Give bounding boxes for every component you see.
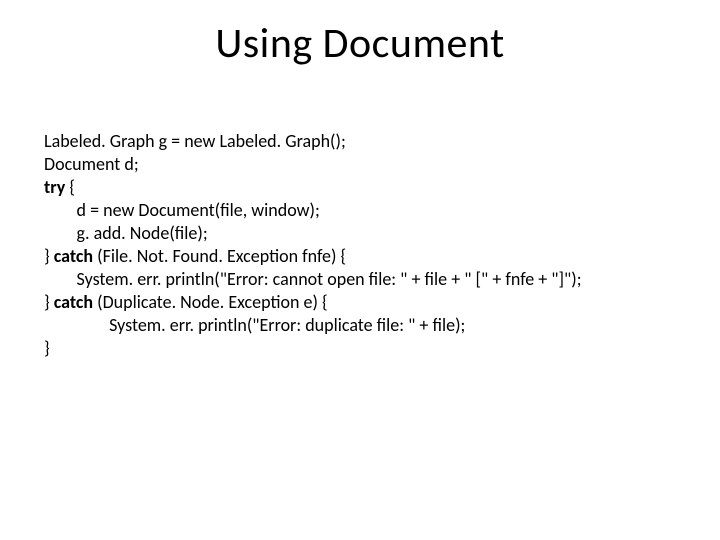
code-line: { [65,176,75,198]
keyword-catch: catch [54,245,93,267]
code-line: System. err. println("Error: cannot open… [44,268,582,290]
code-line: Labeled. Graph g = new Labeled. Graph(); [44,130,346,152]
code-line: (Duplicate. Node. Exception e) { [93,291,328,313]
slide-title: Using Document [0,18,720,69]
keyword-catch: catch [54,291,93,313]
keyword-try: try [44,176,65,198]
code-line: Document d; [44,153,139,175]
code-line: System. err. println("Error: duplicate f… [44,314,465,336]
code-line: } [44,291,54,313]
code-block: Labeled. Graph g = new Labeled. Graph();… [44,130,690,360]
code-line: d = new Document(file, window); [44,199,320,221]
code-line: (File. Not. Found. Exception fnfe) { [93,245,346,267]
slide: Using Document Labeled. Graph g = new La… [0,0,720,540]
code-line: } [44,337,50,359]
code-line: g. add. Node(file); [44,222,208,244]
code-line: } [44,245,54,267]
